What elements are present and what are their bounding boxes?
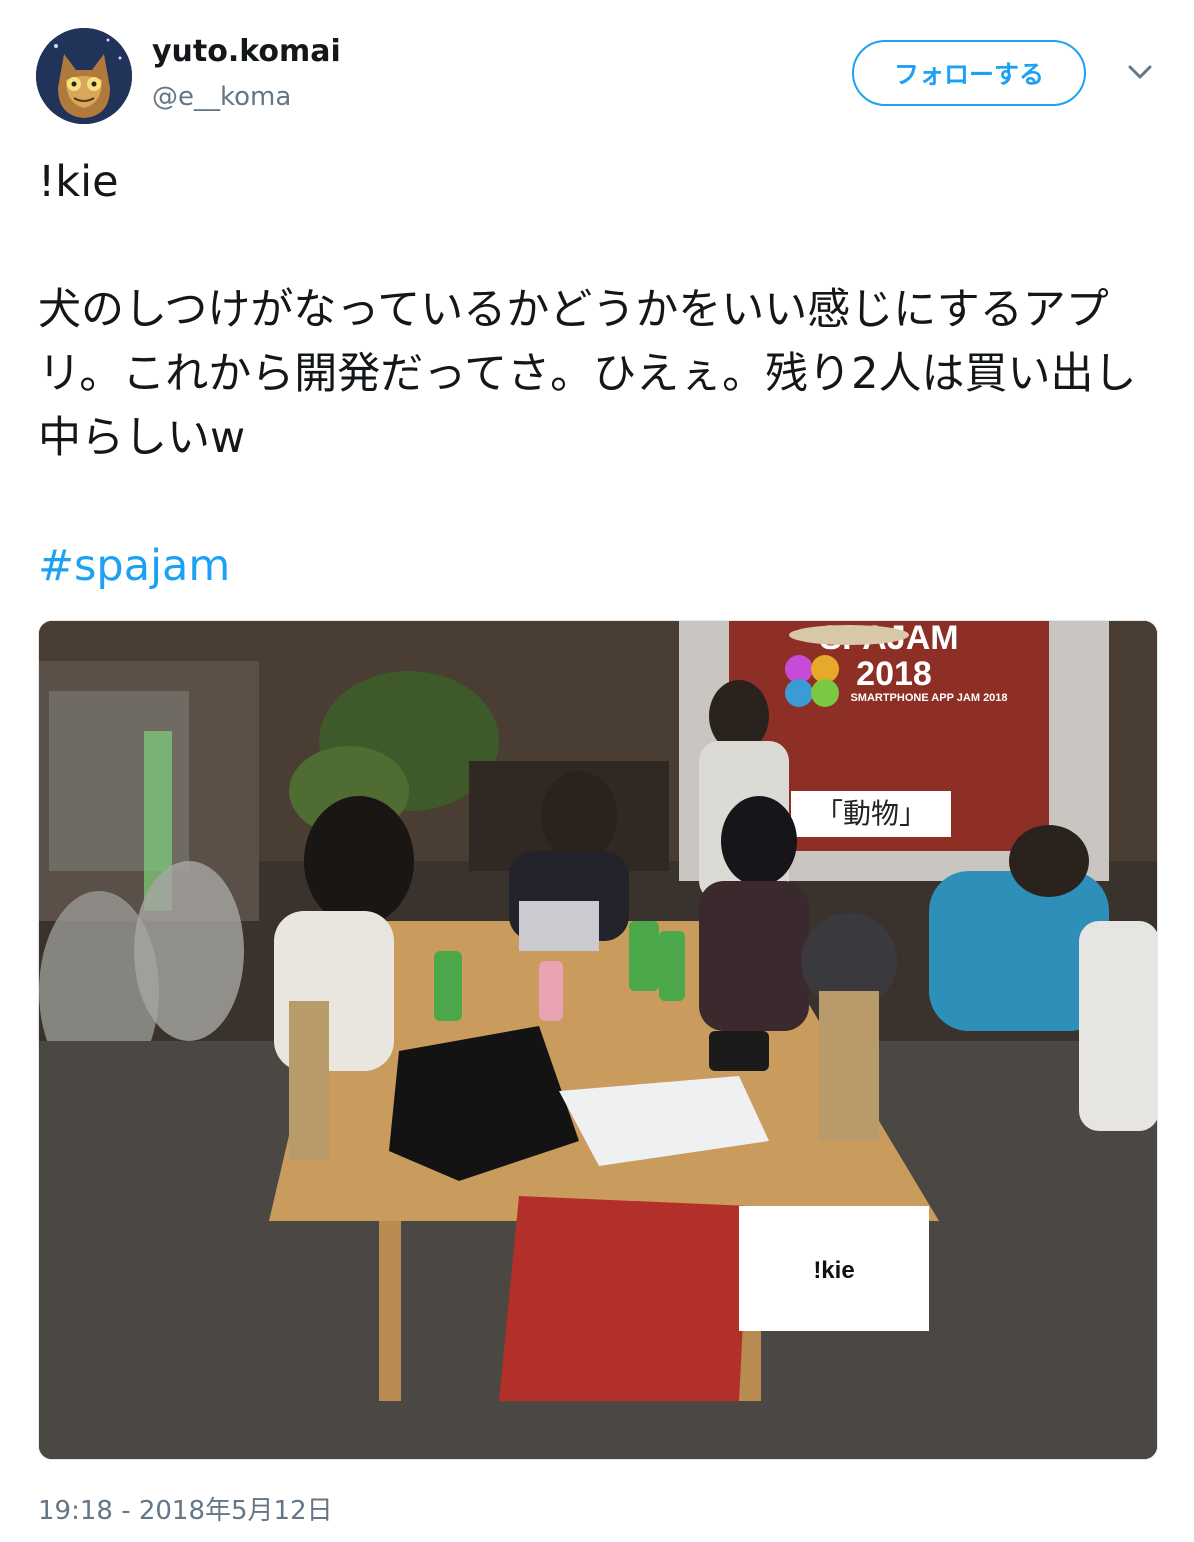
photo-scene: SPAJAM 2018 SMARTPHONE APP JAM 2018 「動物」 (39, 621, 1157, 1459)
chevron-down-icon[interactable] (1124, 56, 1156, 88)
follow-button[interactable]: フォローする (852, 40, 1086, 106)
hashtag-link[interactable]: #spajam (38, 541, 230, 591)
author-display-name[interactable]: yuto.komai (152, 34, 341, 69)
tweet-photo[interactable]: SPAJAM 2018 SMARTPHONE APP JAM 2018 「動物」 (38, 620, 1158, 1460)
author-handle[interactable]: @e__koma (152, 82, 291, 112)
table-sign: !kie (813, 1257, 854, 1284)
tweet-text: !kie 犬のしつけがなっているかどうかをいい感じにするアプリ。これから開発だっ… (38, 150, 1148, 598)
author-avatar[interactable] (36, 28, 132, 124)
tweet-timestamp[interactable]: 19:18 - 2018年5月12日 (38, 1490, 333, 1527)
screen-theme: 「動物」 (815, 797, 927, 830)
screen-year: 2018 (856, 655, 932, 693)
cat-avatar-icon (36, 28, 132, 124)
tweet-body: !kie 犬のしつけがなっているかどうかをいい感じにするアプリ。これから開発だっ… (38, 157, 1137, 463)
screen-subtitle: SMARTPHONE APP JAM 2018 (850, 692, 1007, 704)
